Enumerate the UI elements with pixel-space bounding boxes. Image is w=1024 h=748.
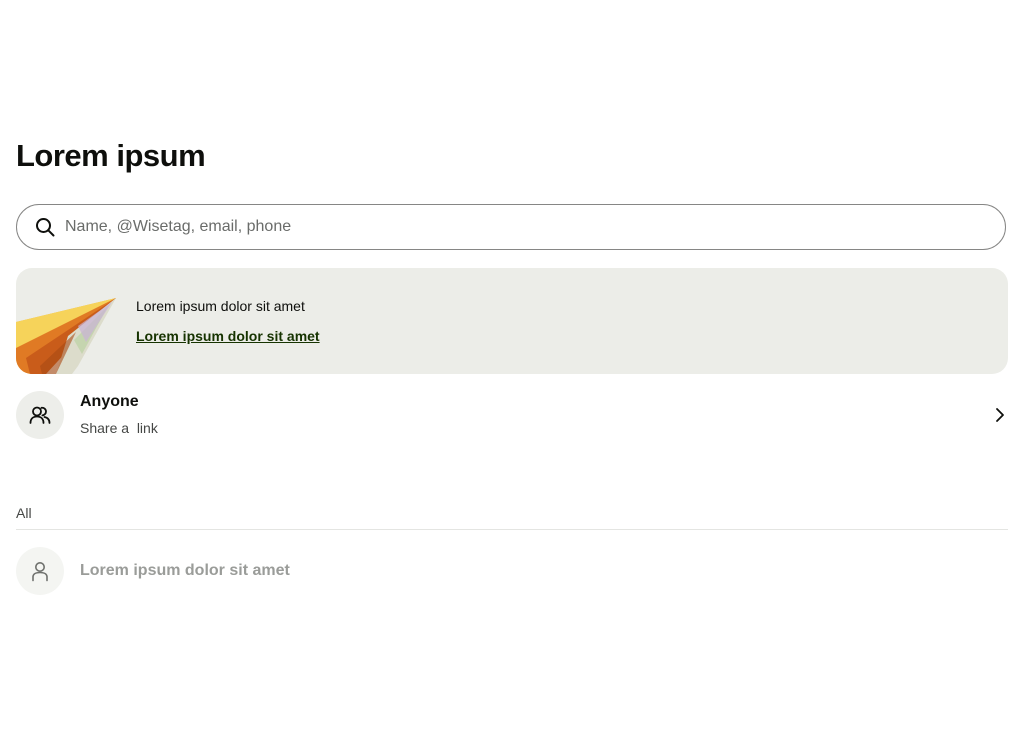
person-icon <box>32 562 48 582</box>
paper-plane-illustration <box>16 298 116 374</box>
search-bar[interactable] <box>16 204 1006 250</box>
section-divider <box>16 529 1008 530</box>
anyone-title: Anyone <box>80 393 139 410</box>
promo-banner: Lorem ipsum dolor sit amet Lorem ipsum d… <box>16 268 1008 374</box>
search-input[interactable] <box>65 212 1005 242</box>
anyone-subtitle: Share a link <box>80 420 158 436</box>
page: Lorem ipsum Lorem ipsum dolor sit amet L… <box>0 0 1024 748</box>
contact-avatar <box>16 547 64 595</box>
promo-link[interactable]: Lorem ipsum dolor sit amet <box>136 328 320 344</box>
anyone-share-row[interactable]: Anyone Share a link <box>16 390 1008 440</box>
chevron-right-icon <box>996 408 1004 422</box>
section-label-all: All <box>16 505 32 521</box>
search-icon <box>34 216 56 238</box>
page-title: Lorem ipsum <box>16 138 206 173</box>
contact-name: Lorem ipsum dolor sit amet <box>80 562 290 579</box>
anyone-avatar <box>16 391 64 439</box>
promo-text: Lorem ipsum dolor sit amet <box>136 298 305 314</box>
list-item: Lorem ipsum dolor sit amet <box>16 547 1008 595</box>
group-icon <box>29 406 51 424</box>
